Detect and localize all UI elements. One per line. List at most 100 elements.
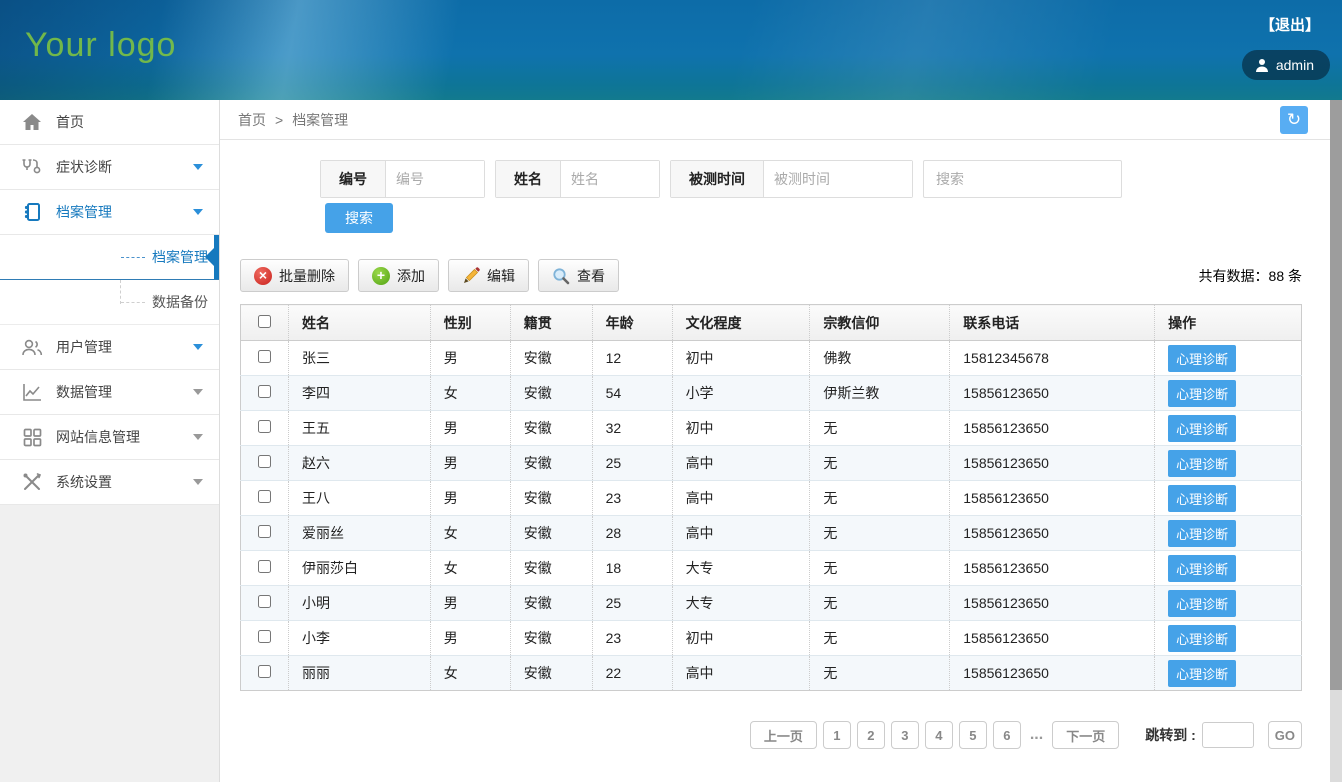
select-all-checkbox[interactable] [258,315,271,328]
row-checkbox[interactable] [258,420,271,433]
row-checkbox[interactable] [258,350,271,363]
prev-page-button[interactable]: 上一页 [750,721,817,749]
go-button[interactable]: GO [1268,721,1302,749]
row-checkbox[interactable] [258,665,271,678]
page-button-1[interactable]: 1 [823,721,851,749]
cell-phone: 15856123650 [950,481,1155,516]
edit-button[interactable]: 编辑 [448,259,529,292]
view-button[interactable]: 查看 [538,259,619,292]
username: admin [1276,57,1314,73]
diagnosis-button[interactable]: 心理诊断 [1168,415,1236,442]
column-header-phone: 联系电话 [950,305,1155,341]
page-button-5[interactable]: 5 [959,721,987,749]
search-button[interactable]: 搜索 [325,203,393,233]
row-checkbox[interactable] [258,630,271,643]
table-header-row: 姓名性别籍贯年龄文化程度宗教信仰联系电话操作 [241,305,1302,341]
sidebar-item-label: 首页 [56,112,203,132]
records-table: 姓名性别籍贯年龄文化程度宗教信仰联系电话操作 张三男安徽12初中佛教158123… [240,304,1302,691]
add-button[interactable]: + 添加 [358,259,439,292]
page-button-4[interactable]: 4 [925,721,953,749]
sidebar-item-archive-management[interactable]: 档案管理 [0,190,219,235]
row-checkbox[interactable] [258,525,271,538]
sidebar-item-home[interactable]: 首页 [0,100,219,145]
diagnosis-button[interactable]: 心理诊断 [1168,625,1236,652]
test-time-field[interactable] [764,161,912,197]
sidebar-subitem-data-backup[interactable]: 数据备份 [0,280,219,325]
sidebar-item-user-management[interactable]: 用户管理 [0,325,219,370]
sidebar-item-label: 网站信息管理 [56,427,193,447]
cell-phone: 15856123650 [950,376,1155,411]
cell-education: 大专 [672,586,810,621]
cell-religion: 无 [810,656,950,691]
cell-phone: 15856123650 [950,411,1155,446]
chevron-down-icon [193,434,203,440]
table-row: 小明男安徽25大专无15856123650心理诊断 [241,586,1302,621]
diagnosis-button[interactable]: 心理诊断 [1168,345,1236,372]
column-header-age: 年龄 [592,305,672,341]
cell-action: 心理诊断 [1155,586,1302,621]
diagnosis-button[interactable]: 心理诊断 [1168,660,1236,687]
diagnosis-button[interactable]: 心理诊断 [1168,380,1236,407]
cell-name: 小明 [288,586,430,621]
cell-phone: 15856123650 [950,656,1155,691]
page-button-2[interactable]: 2 [857,721,885,749]
row-checkbox[interactable] [258,595,271,608]
page-button-3[interactable]: 3 [891,721,919,749]
active-item-marker [214,235,219,279]
table-row: 李四女安徽54小学伊斯兰教15856123650心理诊断 [241,376,1302,411]
cell-action: 心理诊断 [1155,481,1302,516]
scrollbar-track[interactable] [1330,100,1342,782]
cell-education: 高中 [672,516,810,551]
diagnosis-button[interactable]: 心理诊断 [1168,485,1236,512]
sidebar-item-symptom-diagnosis[interactable]: 症状诊断 [0,145,219,190]
diagnosis-button[interactable]: 心理诊断 [1168,450,1236,477]
column-header-education: 文化程度 [672,305,810,341]
cell-age: 22 [592,656,672,691]
breadcrumb-home[interactable]: 首页 [238,110,266,130]
diagnosis-button[interactable]: 心理诊断 [1168,555,1236,582]
diagnosis-button[interactable]: 心理诊断 [1168,590,1236,617]
cell-age: 25 [592,446,672,481]
sidebar-item-system-settings[interactable]: 系统设置 [0,460,219,505]
scrollbar-thumb[interactable] [1330,100,1342,690]
row-checkbox[interactable] [258,560,271,573]
refresh-button[interactable]: ↻ [1280,106,1308,134]
sidebar-subitem-archive-management[interactable]: 档案管理 [0,235,219,280]
cell-education: 高中 [672,656,810,691]
cell-religion: 无 [810,621,950,656]
diagnosis-button[interactable]: 心理诊断 [1168,520,1236,547]
next-page-button[interactable]: 下一页 [1052,721,1119,749]
keyword-search-input[interactable] [923,160,1122,198]
cell-age: 18 [592,551,672,586]
refresh-icon: ↻ [1287,110,1301,129]
user-badge[interactable]: admin [1242,50,1330,80]
name-field[interactable] [561,161,659,197]
number-field[interactable] [386,161,484,197]
cell-education: 高中 [672,446,810,481]
batch-delete-button[interactable]: × 批量删除 [240,259,349,292]
total-count-text: 共有数据：88 条 [1199,266,1302,286]
column-header-origin: 籍贯 [510,305,592,341]
logout-link[interactable]: 【退出】 [1260,14,1320,35]
cell-education: 初中 [672,411,810,446]
row-checkbox[interactable] [258,490,271,503]
column-header-gender: 性别 [430,305,510,341]
row-checkbox-cell [241,341,289,376]
sidebar-item-label: 用户管理 [56,337,193,357]
cell-action: 心理诊断 [1155,341,1302,376]
cell-religion: 伊斯兰教 [810,376,950,411]
table-row: 丽丽女安徽22高中无15856123650心理诊断 [241,656,1302,691]
sidebar-item-data-management[interactable]: 数据管理 [0,370,219,415]
page-button-6[interactable]: 6 [993,721,1021,749]
cell-age: 25 [592,586,672,621]
jump-to-input[interactable] [1202,722,1254,748]
cell-origin: 安徽 [510,341,592,376]
cell-origin: 安徽 [510,481,592,516]
row-checkbox[interactable] [258,385,271,398]
cell-name: 王五 [288,411,430,446]
sidebar-item-site-info-management[interactable]: 网站信息管理 [0,415,219,460]
table-row: 张三男安徽12初中佛教15812345678心理诊断 [241,341,1302,376]
row-checkbox[interactable] [258,455,271,468]
test-time-field-label: 被测时间 [671,161,764,197]
cell-name: 伊丽莎白 [288,551,430,586]
